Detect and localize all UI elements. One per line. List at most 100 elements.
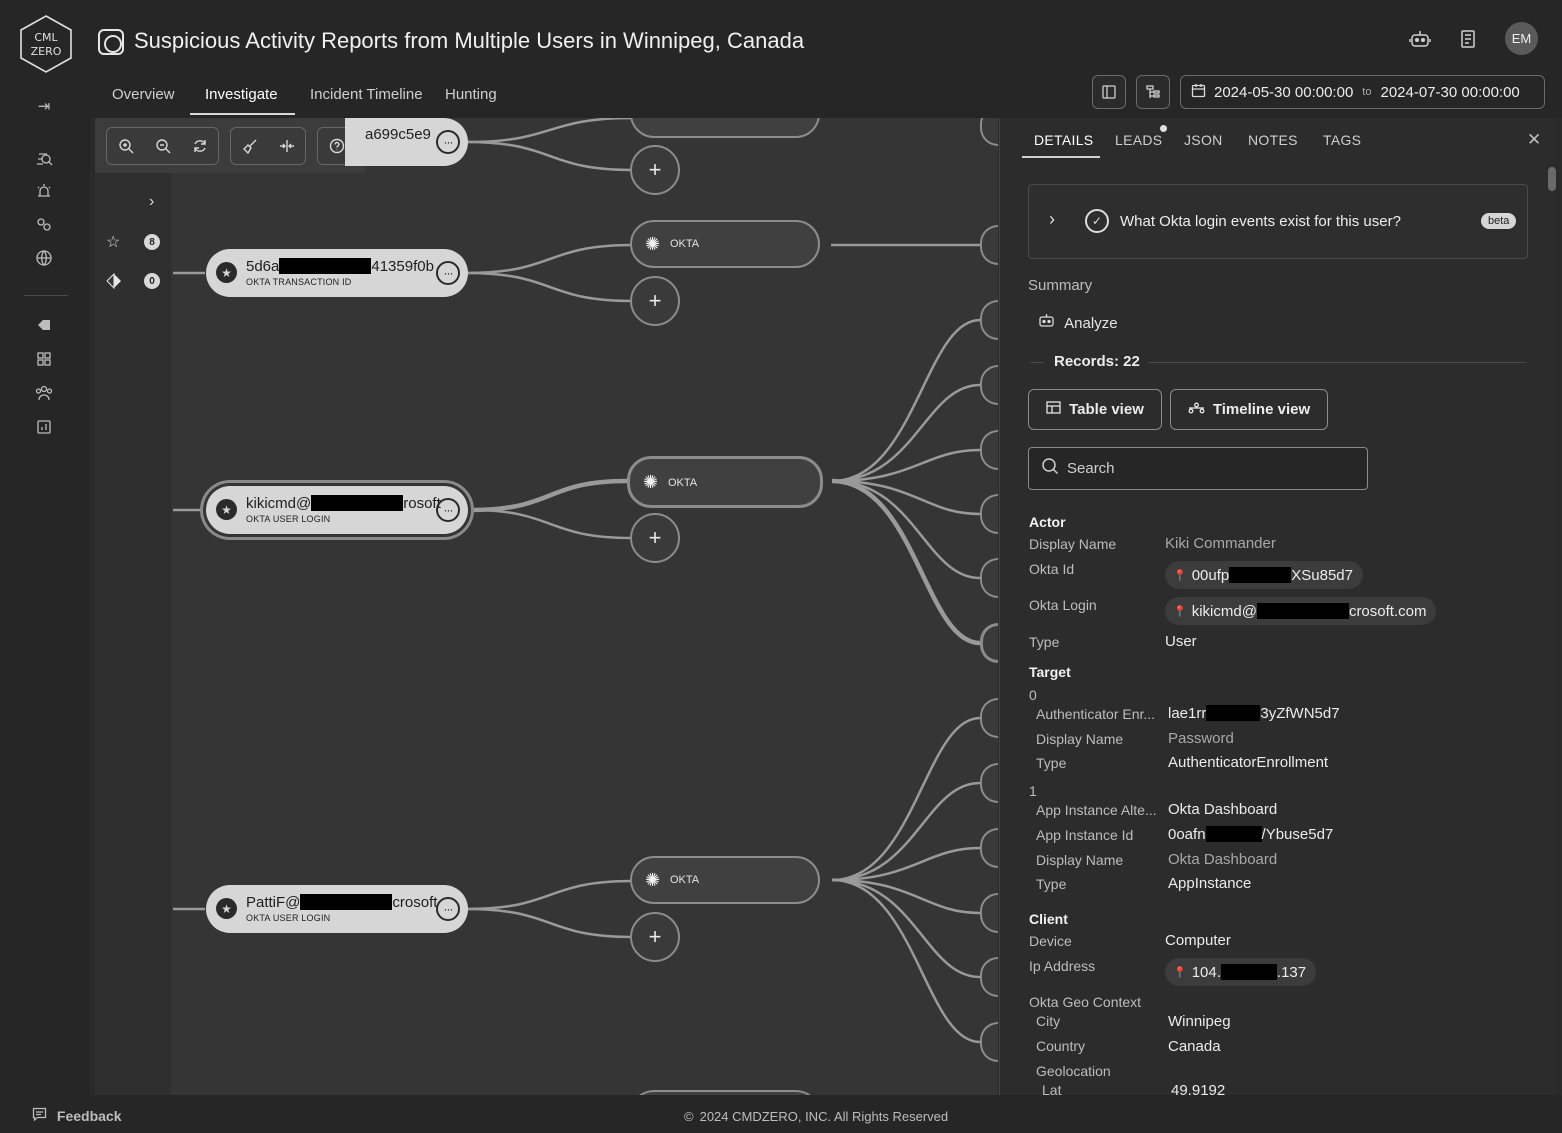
actor-okta-login-pill[interactable]: 📍 kikicmd@ crosoft.com — [1165, 597, 1437, 625]
chevron-right-icon[interactable]: › — [149, 193, 154, 211]
redaction — [1229, 567, 1292, 583]
feedback-button[interactable]: Feedback — [32, 1107, 121, 1124]
logo-bottom-text: ZERO — [31, 45, 62, 58]
graph-toolbar — [95, 118, 365, 173]
zoom-out-icon[interactable] — [144, 128, 181, 164]
favorite-star-icon[interactable]: ★ — [216, 898, 237, 919]
node-more-icon[interactable]: ··· — [436, 130, 460, 154]
redaction — [1256, 603, 1349, 619]
chevron-right-icon[interactable]: › — [1049, 209, 1055, 230]
target-display-name: Password — [1168, 730, 1234, 747]
tab-tags[interactable]: TAGS — [1323, 132, 1361, 148]
tab-hunting[interactable]: Hunting — [445, 86, 497, 103]
settings-icon[interactable] — [33, 213, 55, 235]
favorite-star-icon[interactable]: ★ — [216, 262, 237, 283]
copyright: © 2024 CMDZERO, INC. All Rights Reserved — [684, 1109, 949, 1124]
assistant-bot-icon[interactable] — [1407, 26, 1433, 52]
tab-incident-timeline[interactable]: Incident Timeline — [310, 86, 423, 103]
records-divider — [1148, 362, 1526, 363]
integrations-icon[interactable] — [33, 348, 55, 370]
scrollbar-thumb[interactable] — [1548, 167, 1556, 191]
add-source-button[interactable]: + — [630, 276, 680, 326]
header: Suspicious Activity Reports from Multipl… — [90, 0, 1562, 118]
tab-details[interactable]: DETAILS — [1034, 132, 1093, 148]
node-type: OKTA USER LOGIN — [246, 913, 331, 923]
close-panel-icon[interactable]: ✕ — [1527, 130, 1541, 150]
clean-up-broom-icon[interactable] — [231, 128, 268, 164]
toggle-panel-button[interactable] — [1092, 75, 1126, 109]
favorite-star-icon[interactable]: ★ — [216, 499, 237, 520]
source-node-okta[interactable]: ✺ OKTA — [630, 856, 820, 904]
pin-icon: 📍 — [1173, 605, 1187, 618]
target-index: 1 — [1029, 783, 1037, 799]
tab-overview[interactable]: Overview — [112, 86, 175, 103]
node-type: OKTA USER LOGIN — [246, 514, 331, 524]
client-ip-pill[interactable]: 📍 104. .137 — [1165, 958, 1317, 986]
panel-scrollbar[interactable] — [1548, 135, 1556, 1090]
graph-node-user-login-kiki[interactable]: ★ kikicmd@ rosoft OKTA USER LOGIN ··· — [206, 486, 468, 534]
user-avatar[interactable]: EM — [1505, 22, 1538, 55]
layout-tree-button[interactable] — [1136, 75, 1170, 109]
node-more-icon[interactable]: ··· — [436, 897, 460, 921]
table-view-button[interactable]: Table view — [1028, 389, 1162, 430]
node-type: OKTA TRANSACTION ID — [246, 277, 352, 287]
alerts-icon[interactable] — [33, 180, 55, 202]
source-label: OKTA — [670, 874, 700, 886]
actor-okta-id-pill[interactable]: 📍 00ufp XSu85d7 — [1165, 561, 1363, 589]
tab-investigate[interactable]: Investigate — [205, 86, 278, 103]
field-key: App Instance Alte... — [1036, 802, 1157, 818]
tag-filter-icon[interactable] — [106, 272, 122, 294]
date-range-picker[interactable]: 2024-05-30 00:00:00 to 2024-07-30 00:00:… — [1180, 75, 1545, 109]
tab-notes[interactable]: NOTES — [1248, 132, 1298, 148]
summary-heading: Summary — [1028, 277, 1093, 294]
graph-node-user-login-patti[interactable]: ★ PattiF@ crosoft OKTA USER LOGIN ··· — [206, 885, 468, 933]
source-node-okta-selected[interactable]: ✺ OKTA — [627, 456, 823, 508]
graph-node-transaction-id[interactable]: ★ 5d6a 41359f0b OKTA TRANSACTION ID ··· — [206, 249, 468, 297]
client-heading: Client — [1029, 911, 1068, 927]
incident-icon — [98, 29, 124, 55]
lead-question-card[interactable]: › ✓ What Okta login events exist for thi… — [1028, 184, 1528, 259]
source-label: OKTA — [670, 238, 700, 250]
calendar-icon — [1191, 83, 1206, 102]
node-more-icon[interactable]: ··· — [436, 261, 460, 285]
node-more-icon[interactable]: ··· — [436, 498, 460, 522]
investigations-icon[interactable] — [33, 146, 55, 168]
notebook-icon[interactable] — [1455, 26, 1481, 52]
timeline-view-button[interactable]: Timeline view — [1170, 389, 1328, 430]
filter-strip — [95, 173, 171, 1095]
add-source-button[interactable]: + — [630, 912, 680, 962]
source-node-okta[interactable]: ✺ OKTA — [630, 220, 820, 268]
collapse-icon[interactable] — [268, 128, 305, 164]
expand-sidebar-icon[interactable]: ⇥ — [33, 95, 55, 117]
refresh-icon[interactable] — [181, 128, 218, 164]
add-source-button[interactable]: + — [630, 145, 680, 195]
table-icon — [1046, 401, 1061, 418]
add-source-button[interactable]: + — [630, 513, 680, 563]
redaction — [1205, 826, 1262, 842]
graph-node-hash[interactable]: a699c5e9 ··· — [345, 118, 468, 166]
tag-icon[interactable] — [33, 314, 55, 336]
redaction — [1220, 964, 1277, 980]
leads-indicator-dot — [1160, 125, 1167, 132]
reports-icon[interactable] — [33, 416, 55, 438]
tab-json[interactable]: JSON — [1184, 132, 1223, 148]
users-icon[interactable] — [33, 382, 55, 404]
left-rail: CML ZERO ⇥ — [0, 0, 90, 1133]
actor-type: User — [1165, 633, 1197, 650]
node-label: kikicmd@ rosoft — [246, 495, 441, 512]
search-input[interactable] — [1067, 460, 1347, 477]
investigation-graph-canvas[interactable]: › ☆ 8 0 a699c5e9 ··· ★ 5d6a 41359f0b OKT… — [95, 118, 998, 1095]
source-node-partial[interactable] — [630, 118, 820, 138]
active-tab-underline — [1022, 156, 1100, 158]
redaction — [1206, 705, 1261, 721]
target-type: AuthenticatorEnrollment — [1168, 754, 1329, 771]
cmdzero-logo[interactable]: CML ZERO — [18, 14, 74, 74]
target-display-name: Okta Dashboard — [1168, 851, 1278, 868]
field-key: City — [1036, 1013, 1061, 1029]
tab-leads[interactable]: LEADS — [1115, 132, 1162, 148]
analyze-button[interactable]: Analyze — [1038, 313, 1118, 332]
zoom-in-icon[interactable] — [107, 128, 144, 164]
okta-logo-icon: ✺ — [643, 472, 659, 492]
globe-icon[interactable] — [33, 247, 55, 269]
favorites-star-icon[interactable]: ☆ — [106, 232, 120, 252]
